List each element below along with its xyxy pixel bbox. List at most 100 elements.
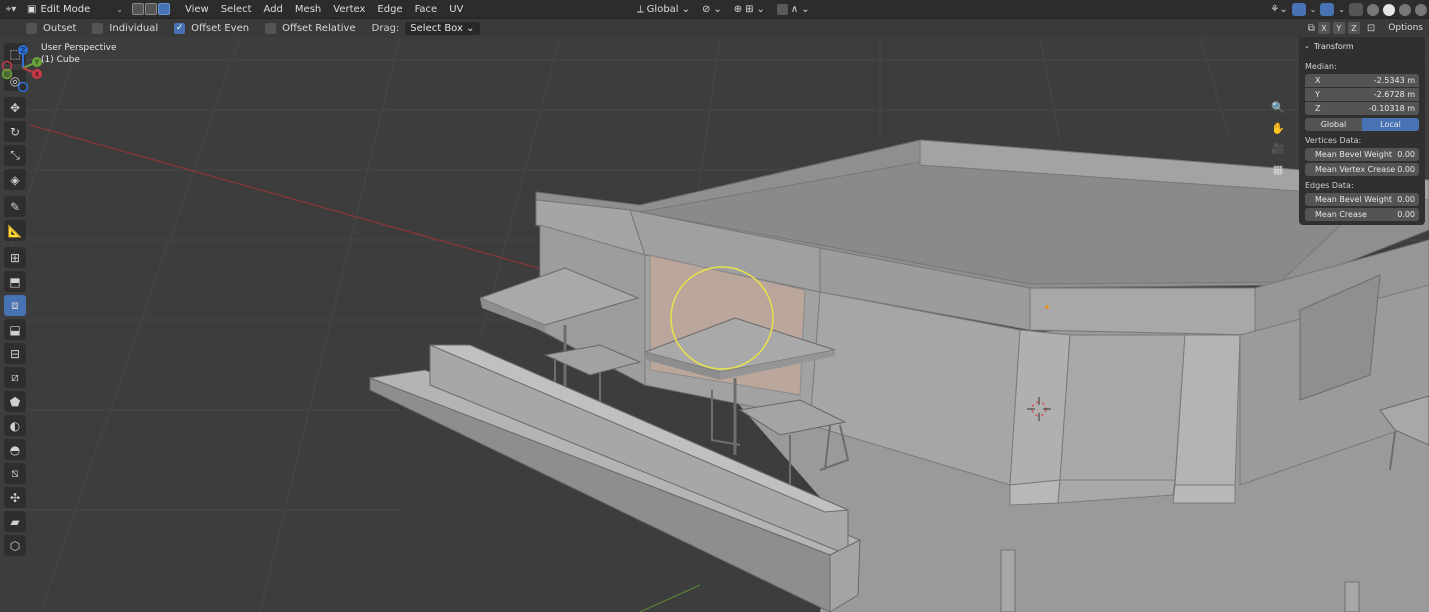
pivot-dropdown[interactable]: ⊘ ⌄ xyxy=(699,4,725,15)
mirror-y-button[interactable]: Y xyxy=(1332,22,1345,34)
menu-select[interactable]: Select xyxy=(215,0,258,19)
spin-tool-icon[interactable]: ◐ xyxy=(4,415,26,436)
median-point xyxy=(1045,305,1049,309)
offset-even-label: Offset Even xyxy=(191,22,250,34)
3d-viewport[interactable]: User Perspective (1) Cube ⬚ ◎ ✥ ↻ ⤡ ◈ ✎ … xyxy=(0,37,1429,612)
outset-label: Outset xyxy=(43,22,77,34)
menu-vertex[interactable]: Vertex xyxy=(327,0,371,19)
mode-label: Edit Mode xyxy=(40,3,91,15)
offset-even-checkbox[interactable]: ✓ xyxy=(174,22,186,34)
mode-dropdown[interactable]: ▣ Edit Mode ⌄ xyxy=(22,1,128,17)
shading-wireframe-icon[interactable] xyxy=(1367,3,1379,16)
snap-toggle[interactable]: ⊕ ⊞ ⌄ xyxy=(731,4,768,15)
offset-relative-option[interactable]: Offset Relative xyxy=(265,22,356,34)
select-mode-toggle xyxy=(131,3,171,15)
bevel-tool-icon[interactable]: ⬓ xyxy=(4,319,26,340)
menu-add[interactable]: Add xyxy=(258,0,289,19)
gizmo-neg-z-icon[interactable] xyxy=(17,81,29,92)
gizmo-toggle-icon[interactable] xyxy=(1291,3,1306,16)
menu-uv[interactable]: UV xyxy=(443,0,469,19)
edge-select-icon[interactable] xyxy=(144,3,157,15)
perspective-toggle-icon[interactable]: ▦ xyxy=(1268,160,1288,178)
face-select-icon[interactable] xyxy=(157,3,170,15)
menu-edge[interactable]: Edge xyxy=(371,0,408,19)
measure-tool-icon[interactable]: 📐 xyxy=(4,220,26,241)
mirror-x-button[interactable]: X xyxy=(1317,22,1330,34)
auto-merge-icon[interactable]: ⊡ xyxy=(1367,23,1375,34)
editor-type-icon[interactable]: ⌖▾ xyxy=(0,1,22,18)
navigation-gizmo[interactable]: Z Y X xyxy=(0,44,46,92)
mirror-icon: ⧉ xyxy=(1307,22,1315,34)
active-object-name: (1) Cube xyxy=(41,55,80,65)
individual-checkbox[interactable] xyxy=(92,22,104,34)
chevron-down-icon: ⌄ xyxy=(1304,42,1310,50)
rotate-tool-icon[interactable]: ↻ xyxy=(4,121,26,142)
chevron-down-icon: ⌄ xyxy=(466,22,475,34)
poly-build-tool-icon[interactable]: ⬟ xyxy=(4,391,26,412)
transform-tool-icon[interactable]: ◈ xyxy=(4,169,26,190)
space-local-button[interactable]: Local xyxy=(1362,118,1419,131)
drag-dropdown[interactable]: Select Box ⌄ xyxy=(405,21,480,35)
outset-option[interactable]: Outset xyxy=(26,22,77,34)
offset-relative-checkbox[interactable] xyxy=(265,22,277,34)
move-tool-icon[interactable]: ✥ xyxy=(4,97,26,118)
snap-icon: ⊕ xyxy=(733,4,743,15)
xray-toggle-icon[interactable] xyxy=(1349,3,1363,16)
mode-icon: ▣ xyxy=(27,3,37,15)
overlay-toggle-icon[interactable] xyxy=(1320,3,1335,16)
space-toggle: Global Local xyxy=(1305,118,1419,131)
median-y-field[interactable]: Y -2.6728 m xyxy=(1305,88,1419,101)
median-z-field[interactable]: Z -0.10318 m xyxy=(1305,102,1419,115)
shading-material-icon[interactable] xyxy=(1399,3,1411,16)
extrude-tool-icon[interactable]: ⬒ xyxy=(4,271,26,292)
orientation-label: Global xyxy=(646,4,679,15)
outset-checkbox[interactable] xyxy=(26,22,37,34)
smooth-tool-icon[interactable]: ◓ xyxy=(4,439,26,460)
shear-tool-icon[interactable]: ▰ xyxy=(4,511,26,532)
vertex-bevel-weight-field[interactable]: Mean Bevel Weight 0.00 xyxy=(1305,148,1419,161)
mirror-z-button[interactable]: Z xyxy=(1347,22,1360,34)
vertex-crease-field[interactable]: Mean Vertex Crease 0.00 xyxy=(1305,163,1419,176)
edge-slide-tool-icon[interactable]: ⧅ xyxy=(4,463,26,484)
edge-bevel-label: Mean Bevel Weight xyxy=(1315,195,1393,204)
shading-rendered-icon[interactable] xyxy=(1415,3,1427,16)
knife-tool-icon[interactable]: ⧄ xyxy=(4,367,26,388)
add-cube-tool-icon[interactable]: ⊞ xyxy=(4,247,26,268)
scale-tool-icon[interactable]: ⤡ xyxy=(4,145,26,166)
individual-option[interactable]: Individual xyxy=(92,22,159,34)
inset-faces-tool-icon[interactable]: ⧈ xyxy=(4,295,26,316)
rip-region-tool-icon[interactable]: ⬡ xyxy=(4,535,26,556)
edge-crease-field[interactable]: Mean Crease 0.00 xyxy=(1305,208,1419,221)
zoom-view-icon[interactable]: 🔍 xyxy=(1268,98,1288,116)
chevron-down-icon: ⌄ xyxy=(681,4,690,15)
space-global-button[interactable]: Global xyxy=(1305,118,1362,131)
individual-label: Individual xyxy=(109,22,159,34)
gizmo-neg-y-icon[interactable] xyxy=(1,68,13,80)
shrink-fatten-tool-icon[interactable]: ✣ xyxy=(4,487,26,508)
loop-cut-tool-icon[interactable]: ⊟ xyxy=(4,343,26,364)
offset-even-option[interactable]: ✓ Offset Even xyxy=(174,22,250,34)
options-dropdown[interactable]: Options xyxy=(1382,21,1429,35)
vertex-bevel-label: Mean Bevel Weight xyxy=(1315,150,1393,159)
x-label: X xyxy=(1315,76,1321,85)
camera-view-icon[interactable]: 🎥 xyxy=(1268,139,1288,157)
vertex-select-icon[interactable] xyxy=(131,3,144,15)
shading-solid-icon[interactable] xyxy=(1383,3,1395,16)
visibility-icon[interactable]: ⚘⌄ xyxy=(1270,4,1287,15)
orientation-dropdown[interactable]: ⟂ Global ⌄ xyxy=(634,4,693,15)
corner-pillar xyxy=(1174,334,1241,486)
pan-view-icon[interactable]: ✋ xyxy=(1268,119,1288,137)
toolbar: ⬚ ◎ ✥ ↻ ⤡ ◈ ✎ 📐 ⊞ ⬒ ⧈ ⬓ ⊟ ⧄ ⬟ ◐ ◓ ⧅ ✣ ▰ … xyxy=(4,43,26,559)
proportional-edit-toggle[interactable]: ∧ ⌄ xyxy=(774,4,813,15)
edge-bevel-weight-field[interactable]: Mean Bevel Weight 0.00 xyxy=(1305,193,1419,206)
menu-mesh[interactable]: Mesh xyxy=(289,0,327,19)
view-name: User Perspective xyxy=(41,43,117,53)
corner-wall xyxy=(1059,334,1186,481)
transform-panel-header[interactable]: ⌄ Transform xyxy=(1299,37,1425,55)
z-label: Z xyxy=(1315,104,1321,113)
menu-face[interactable]: Face xyxy=(409,0,444,19)
annotate-tool-icon[interactable]: ✎ xyxy=(4,196,26,217)
menu-view[interactable]: View xyxy=(179,0,215,19)
median-x-field[interactable]: X -2.5343 m xyxy=(1305,74,1419,87)
transform-panel: ⌄ Transform Median: X -2.5343 m Y -2.672… xyxy=(1299,37,1425,225)
